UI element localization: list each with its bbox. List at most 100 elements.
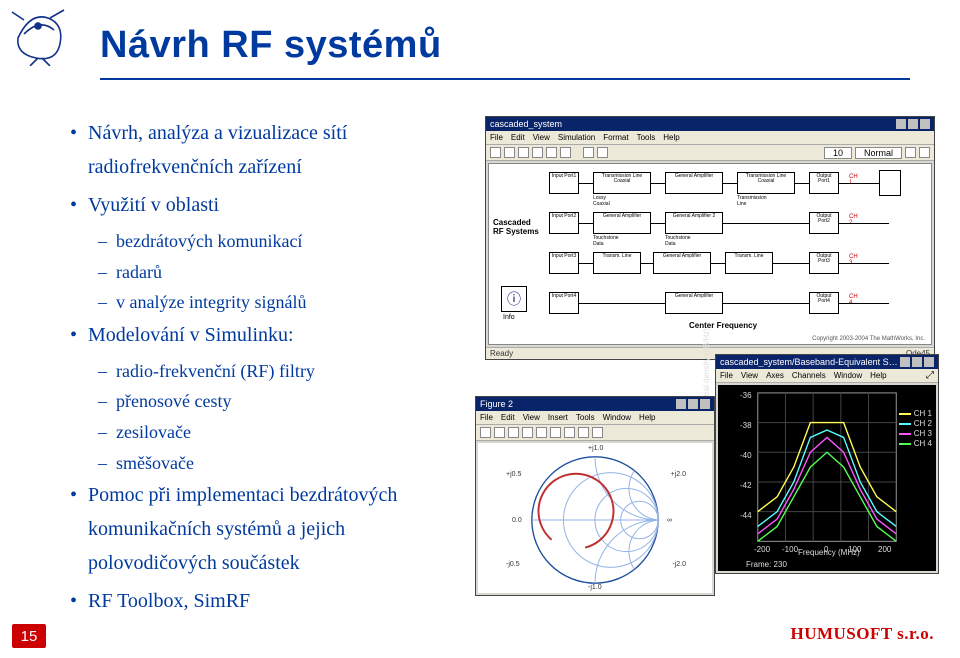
menu-format[interactable]: Format (603, 133, 628, 142)
menu-file[interactable]: File (480, 413, 493, 422)
legend-ch4: CH 4 (914, 439, 932, 448)
menu-help[interactable]: Help (663, 133, 679, 142)
smith-window: Figure 2 File Edit View Insert Tools Win… (475, 396, 715, 596)
menu-channels[interactable]: Channels (792, 371, 826, 380)
smith-label: +j0.5 (506, 471, 521, 478)
xtick: 200 (878, 545, 891, 554)
output-port-3[interactable]: Output Port3 (809, 252, 839, 274)
bullet-2a: bezdrátových komunikací (70, 226, 470, 257)
simulink-canvas[interactable]: Cascaded RF Systems ⓘ Info Input Port1 T… (488, 163, 932, 345)
smith-chart: +j1.0 +j0.5 0.0 -j0.5 +j2.0 ∞ -j2.0 -j1.… (478, 443, 712, 593)
menu-window[interactable]: Window (603, 413, 631, 422)
spectrum-plot: Power spectral density (dB/Hz) Frequency… (718, 385, 936, 571)
cap-2a: Touchstone Data (593, 235, 619, 247)
output-port-1[interactable]: Output Port1 (809, 172, 839, 194)
bullet-3a: radio-frekvenční (RF) filtry (70, 356, 470, 387)
menu-file[interactable]: File (490, 133, 503, 142)
block-3a[interactable]: Transm. Line (593, 252, 641, 274)
menu-tools[interactable]: Tools (576, 413, 595, 422)
bullet-5: RF Toolbox, SimRF (70, 584, 470, 618)
ch3-label: CH 3 (849, 254, 858, 266)
input-port-3[interactable]: Input Port3 (549, 252, 579, 274)
block-2a[interactable]: General Amplifier (593, 212, 651, 234)
block-2b[interactable]: General Amplifier 2 (665, 212, 723, 234)
block-3c[interactable]: Transm. Line (725, 252, 773, 274)
window-controls[interactable] (900, 357, 934, 367)
simulink-menu[interactable]: File Edit View Simulation Format Tools H… (486, 131, 934, 145)
smith-label: -j1.0 (588, 584, 602, 591)
bullet-4: Pomoc při implementaci bezdrátových komu… (70, 478, 470, 580)
input-port-4[interactable]: Input Port4 (549, 292, 579, 314)
cap-1a: Lossy Coaxial (593, 195, 610, 207)
figure-area: cascaded_system File Edit View Simulatio… (485, 116, 940, 576)
block-1c[interactable]: Transmission Line Coaxial (737, 172, 795, 194)
output-port-4[interactable]: Output Port4 (809, 292, 839, 314)
content-block: Návrh, analýza a vizualizace sítí radiof… (70, 116, 470, 622)
legend-ch3: CH 3 (914, 429, 932, 438)
bullet-3b: přenosové cesty (70, 386, 470, 417)
simulink-window: cascaded_system File Edit View Simulatio… (485, 116, 935, 360)
spectrum-title: cascaded_system/Baseband-Equivalent Spec… (720, 357, 900, 367)
block-1a[interactable]: Transmission Line Coaxial (593, 172, 651, 194)
ytick: -38 (740, 421, 752, 430)
page-number: 15 (12, 624, 46, 648)
menu-view[interactable]: View (741, 371, 758, 380)
ch2-label: CH 2 (849, 214, 858, 226)
ch1-label: CH 1 (849, 174, 858, 186)
menu-edit[interactable]: Edit (501, 413, 515, 422)
simulink-toolbar[interactable]: 10 Normal (486, 145, 934, 161)
spectrum-titlebar: cascaded_system/Baseband-Equivalent Spec… (716, 355, 938, 369)
title-underline (100, 78, 910, 80)
block-4b[interactable]: General Amplifier (665, 292, 723, 314)
output-port-2[interactable]: Output Port2 (809, 212, 839, 234)
logo (10, 8, 68, 71)
legend: CH 1 CH 2 CH 3 CH 4 (899, 409, 932, 449)
window-controls[interactable] (896, 119, 930, 129)
smith-label: +j2.0 (671, 471, 686, 478)
menu-tools[interactable]: Tools (637, 133, 656, 142)
input-port-1[interactable]: Input Port1 (549, 172, 579, 194)
ytick: -44 (740, 511, 752, 520)
bullet-1: Návrh, analýza a vizualizace sítí radiof… (70, 116, 470, 184)
menu-insert[interactable]: Insert (548, 413, 568, 422)
bullet-2c: v analýze integrity signálů (70, 287, 470, 318)
bullet-3: Modelování v Simulinku: (70, 318, 470, 352)
menu-view[interactable]: View (533, 133, 550, 142)
xtick: 0 (824, 545, 828, 554)
scope-block[interactable] (879, 170, 901, 196)
menu-edit[interactable]: Edit (511, 133, 525, 142)
frame: Frame: 230 (746, 560, 787, 569)
input-port-2[interactable]: Input Port2 (549, 212, 579, 234)
cap-1c: Transmission Line (737, 195, 767, 207)
simulink-titlebar: cascaded_system (486, 117, 934, 131)
menu-simulation[interactable]: Simulation (558, 133, 595, 142)
smith-title: Figure 2 (480, 399, 513, 409)
ytick: -42 (740, 481, 752, 490)
center-freq-label: Center Frequency (689, 321, 757, 330)
menu-help[interactable]: Help (639, 413, 655, 422)
window-controls[interactable] (676, 399, 710, 409)
smith-toolbar[interactable] (476, 425, 714, 441)
bullet-3d: směšovače (70, 448, 470, 479)
smith-menu[interactable]: File Edit View Insert Tools Window Help (476, 411, 714, 425)
ch4-label: CH 4 (849, 294, 858, 306)
smith-label: -j0.5 (506, 561, 520, 568)
smith-label: -j2.0 (672, 561, 686, 568)
legend-ch2: CH 2 (914, 419, 932, 428)
simtime-input[interactable]: 10 (824, 147, 852, 159)
ytick: -40 (740, 451, 752, 460)
block-1b[interactable]: General Amplifier (665, 172, 723, 194)
smith-label: ∞ (667, 517, 672, 524)
menu-view[interactable]: View (523, 413, 540, 422)
menu-help[interactable]: Help (870, 371, 886, 380)
xtick: -200 (754, 545, 770, 554)
copyright: Copyright 2003-2004 The MathWorks, Inc. (812, 336, 925, 342)
menu-file[interactable]: File (720, 371, 733, 380)
menu-axes[interactable]: Axes (766, 371, 784, 380)
block-3b[interactable]: General Amplifier (653, 252, 711, 274)
spectrum-menu[interactable]: File View Axes Channels Window Help ⤢ (716, 369, 938, 383)
info-block[interactable]: ⓘ (501, 286, 527, 312)
solver-select[interactable]: Normal (855, 147, 902, 159)
menu-window[interactable]: Window (834, 371, 862, 380)
bullet-2b: radarů (70, 257, 470, 288)
